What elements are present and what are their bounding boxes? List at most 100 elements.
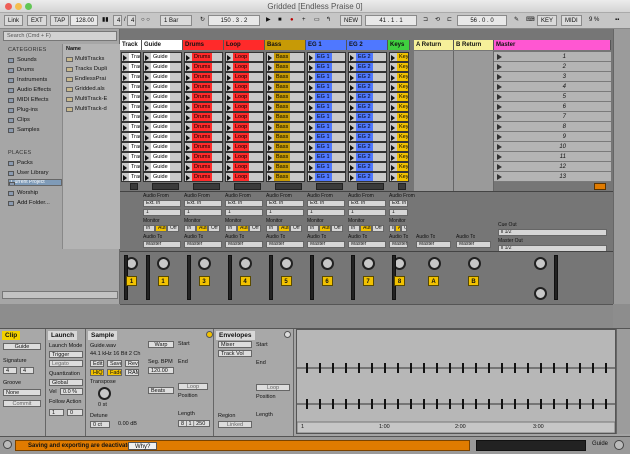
clip-slot[interactable]: Loop <box>225 112 264 122</box>
clip-play-icon[interactable] <box>309 75 313 81</box>
track-header[interactable]: Track <box>120 40 142 50</box>
clip-play-icon[interactable] <box>391 125 395 131</box>
audio-from-select[interactable]: Ext. In <box>307 200 345 207</box>
clip-slot[interactable]: EG 1 <box>307 172 346 182</box>
audio-to-select[interactable]: Master <box>348 241 386 248</box>
clip-slot[interactable]: Loop <box>225 102 264 112</box>
clip-slot[interactable]: Bass <box>266 102 305 112</box>
clip-play-icon[interactable] <box>309 65 313 71</box>
clip-slot[interactable]: EG 1 <box>307 72 346 82</box>
clip-play-icon[interactable] <box>145 145 149 151</box>
clip-slot[interactable]: Guide <box>143 112 182 122</box>
clip-slot[interactable]: Track <box>121 102 141 112</box>
clip-slot[interactable]: Guide <box>143 132 182 142</box>
clip-slot[interactable]: Key <box>389 62 409 72</box>
clip-play-icon[interactable] <box>391 135 395 141</box>
audio-from-select[interactable]: Ext. In <box>184 200 222 207</box>
clip-slot[interactable]: Track <box>121 152 141 162</box>
track-activator-button[interactable]: 7 <box>362 276 374 286</box>
input-channel-select[interactable]: 1 <box>225 209 263 216</box>
clip-slot[interactable]: EG 2 <box>348 52 387 62</box>
legato-button[interactable]: Legato <box>49 360 83 367</box>
overview-strip[interactable] <box>476 440 586 451</box>
file-item[interactable]: MultiTrack-E <box>66 95 120 104</box>
clip-play-icon[interactable] <box>145 105 149 111</box>
clip-play-icon[interactable] <box>268 65 272 71</box>
monitor-off-button[interactable]: Off <box>208 225 220 232</box>
clip-play-icon[interactable] <box>268 145 272 151</box>
monitor-auto-button[interactable]: Auto <box>319 225 331 232</box>
clip-play-icon[interactable] <box>268 125 272 131</box>
file-item[interactable]: Tracks Dupli <box>66 65 120 74</box>
input-channel-select[interactable]: 1 <box>307 209 345 216</box>
scene-launch-icon[interactable] <box>497 164 502 170</box>
clip-slot[interactable]: Track <box>121 52 141 62</box>
clip-slot[interactable]: EG 2 <box>348 162 387 172</box>
browser-place-add-folder-[interactable]: Add Folder... <box>8 199 62 208</box>
pan-knob[interactable] <box>320 257 334 270</box>
scene-slot[interactable]: 3 <box>494 72 611 82</box>
clip-slot[interactable]: Bass <box>266 52 305 62</box>
clip-play-icon[interactable] <box>145 85 149 91</box>
clip-play-icon[interactable] <box>186 155 190 161</box>
track-activator-button[interactable]: 4 <box>239 276 251 286</box>
global-quantize-select[interactable]: 1 Bar <box>160 15 192 26</box>
clip-slot[interactable]: EG 1 <box>307 62 346 72</box>
audio-to-select[interactable]: Master <box>389 241 408 248</box>
clip-play-icon[interactable] <box>268 175 272 181</box>
clip-play-icon[interactable] <box>227 115 231 121</box>
browser-toggle-icon[interactable] <box>3 440 12 449</box>
clip-play-icon[interactable] <box>123 105 127 111</box>
audio-from-select[interactable]: Ext. In <box>143 200 181 207</box>
scene-slot[interactable]: 2 <box>494 62 611 72</box>
overdub-icon[interactable]: + <box>299 15 309 26</box>
browser-preview-strip[interactable] <box>2 291 118 299</box>
clip-slot[interactable]: Track <box>121 62 141 72</box>
clip-play-icon[interactable] <box>123 55 127 61</box>
follow-icon[interactable]: ↻ <box>197 15 208 26</box>
quantization-select[interactable]: Global <box>49 379 83 386</box>
scene-slot[interactable]: 9 <box>494 132 611 142</box>
clip-play-icon[interactable] <box>145 125 149 131</box>
clip-play-icon[interactable] <box>227 75 231 81</box>
monitor-auto-button[interactable]: Auto <box>155 225 167 232</box>
clip-play-icon[interactable] <box>350 85 354 91</box>
clip-play-icon[interactable] <box>309 175 313 181</box>
computer-keyboard-icon[interactable]: ⌨ <box>523 15 538 26</box>
clip-play-icon[interactable] <box>186 105 190 111</box>
punch-in-icon[interactable]: ⊐ <box>420 15 431 26</box>
clip-play-icon[interactable] <box>268 85 272 91</box>
file-item[interactable]: Gridded.als <box>66 85 120 94</box>
envelopes-toggle-icon[interactable] <box>284 331 291 338</box>
clip-slot[interactable]: Track <box>121 142 141 152</box>
clip-slot[interactable]: Key <box>389 82 409 92</box>
track-header[interactable]: EG 1 <box>306 40 347 50</box>
clip-play-icon[interactable] <box>123 65 127 71</box>
clip-slot[interactable]: Bass <box>266 62 305 72</box>
scene-slot[interactable]: 10 <box>494 142 611 152</box>
clip-play-icon[interactable] <box>391 55 395 61</box>
clip-slot[interactable]: Track <box>121 82 141 92</box>
sample-panel-toggle-icon[interactable] <box>206 331 213 338</box>
link-button[interactable]: Link <box>4 15 24 26</box>
monitor-in-button[interactable]: In <box>143 225 155 232</box>
clip-play-icon[interactable] <box>145 115 149 121</box>
clip-play-icon[interactable] <box>227 165 231 171</box>
clip-play-icon[interactable] <box>391 85 395 91</box>
clip-name-field[interactable]: Guide <box>3 343 41 350</box>
groove-select[interactable]: None <box>3 389 41 396</box>
clip-play-icon[interactable] <box>268 75 272 81</box>
clip-play-icon[interactable] <box>350 95 354 101</box>
track-activator-button[interactable]: 8 <box>394 276 405 286</box>
warp-button[interactable]: Warp <box>148 341 174 348</box>
clip-play-icon[interactable] <box>350 55 354 61</box>
env-loop-button[interactable]: Loop <box>256 384 290 391</box>
clip-slot[interactable]: Bass <box>266 162 305 172</box>
track-activator-button[interactable]: 3 <box>198 276 210 286</box>
clip-play-icon[interactable] <box>145 175 149 181</box>
clip-slot[interactable]: Drums <box>184 152 223 162</box>
pan-knob[interactable] <box>361 257 375 270</box>
clip-play-icon[interactable] <box>186 55 190 61</box>
master-pan-knob[interactable] <box>534 257 547 270</box>
clip-slot[interactable]: Drums <box>184 122 223 132</box>
